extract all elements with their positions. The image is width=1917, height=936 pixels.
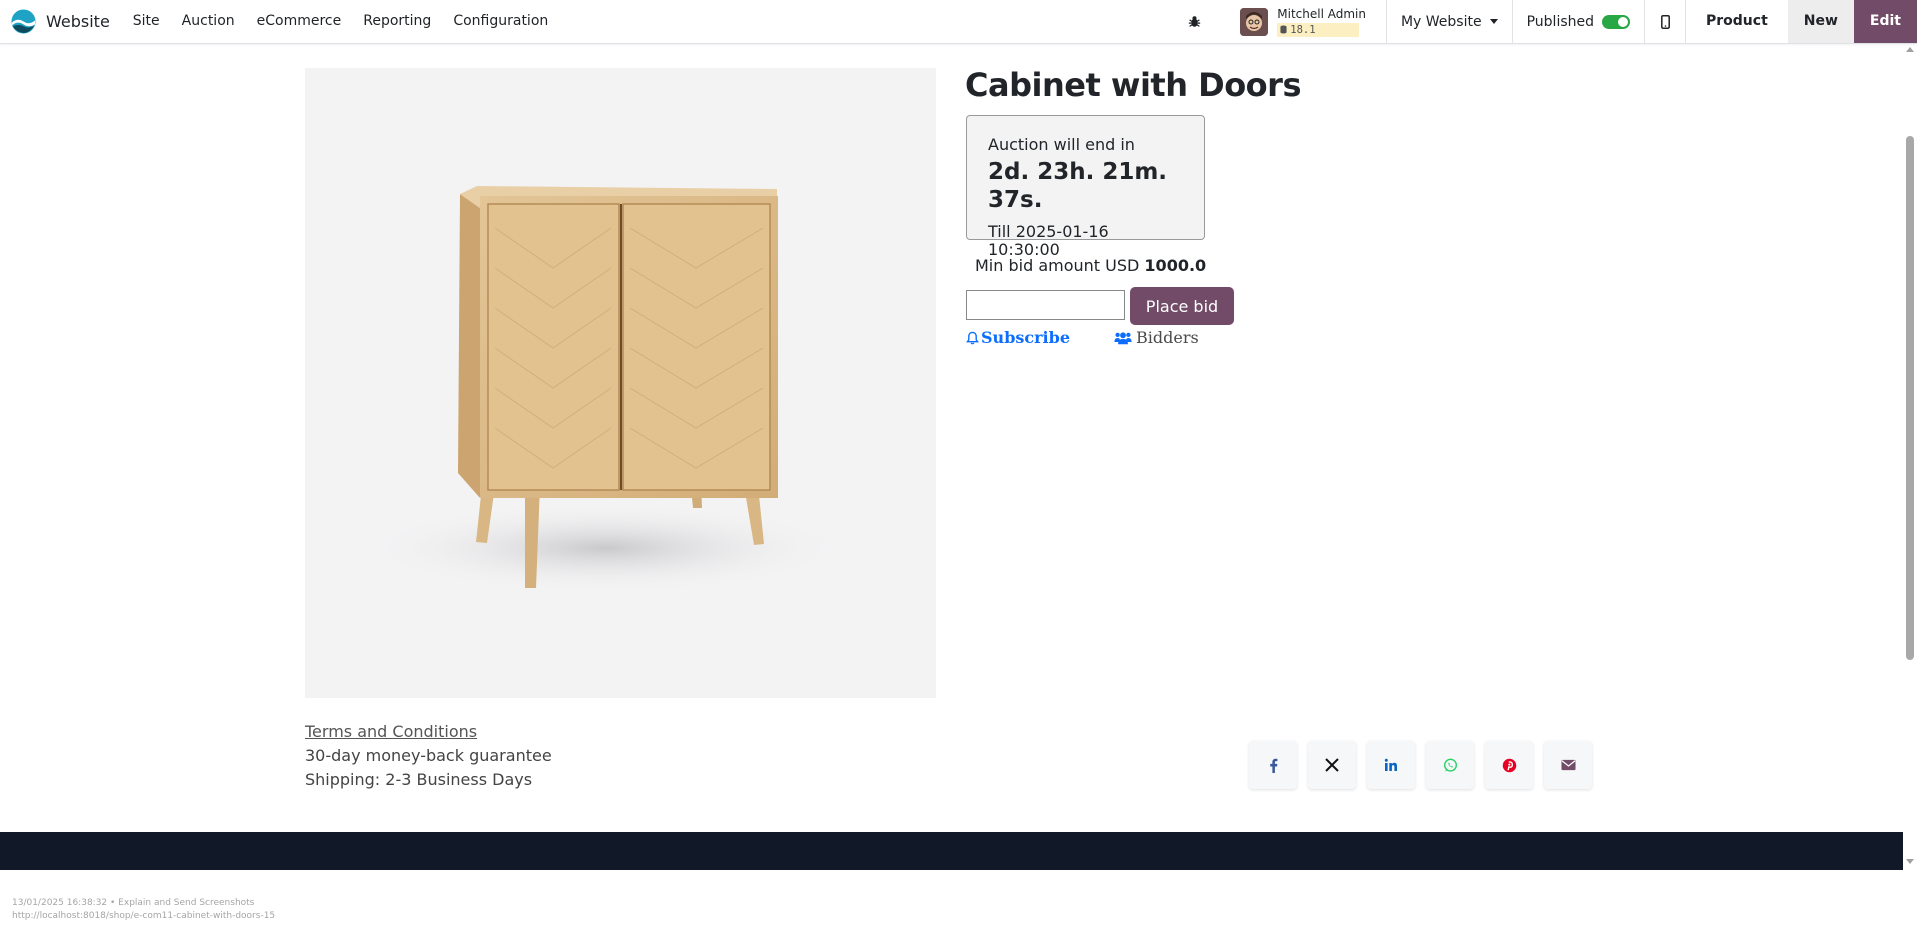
- website-app-icon: [11, 9, 36, 34]
- mobile-phone-icon: [1660, 14, 1670, 29]
- share-email-button[interactable]: [1544, 741, 1592, 789]
- debug-button[interactable]: [1176, 15, 1212, 28]
- share-facebook-button[interactable]: [1249, 741, 1297, 789]
- toggle-switch[interactable]: [1602, 14, 1630, 29]
- pinterest-icon: [1502, 758, 1516, 772]
- auction-countdown-box: Auction will end in 2d. 23h. 21m. 37s. T…: [966, 115, 1205, 259]
- published-label: Published: [1526, 13, 1594, 30]
- user-avatar: [1240, 7, 1269, 36]
- share-buttons: [1249, 741, 1592, 789]
- user-info: Mitchell Admin 18.1: [1277, 7, 1366, 37]
- linkedin-icon: [1384, 758, 1397, 771]
- user-name: Mitchell Admin: [1277, 6, 1366, 21]
- auction-end-label: Auction will end in: [988, 135, 1135, 154]
- menu-auction[interactable]: Auction: [171, 0, 246, 43]
- whatsapp-icon: [1443, 758, 1457, 772]
- scrollbar-thumb[interactable]: [1906, 136, 1914, 660]
- site-footer: [0, 832, 1903, 870]
- bug-icon: [1188, 16, 1200, 27]
- min-bid-value: 1000.0: [1144, 256, 1207, 275]
- status-bar: 13/01/2025 16:38:32 • Explain and Send S…: [12, 897, 275, 923]
- menu-ecommerce[interactable]: eCommerce: [246, 0, 353, 43]
- guarantee-text: 30-day money-back guarantee: [305, 746, 552, 765]
- bell-icon: [966, 331, 979, 344]
- db-badge: 18.1: [1277, 22, 1360, 37]
- status-url: http://localhost:8018/shop/e-com11-cabin…: [12, 911, 276, 921]
- place-bid-button[interactable]: Place bid: [1130, 287, 1234, 325]
- navbar-right: Mitchell Admin 18.1 My Website Published…: [1176, 0, 1917, 43]
- subscribe-label: Subscribe: [981, 328, 1070, 347]
- avatar-face-icon: [1240, 7, 1269, 36]
- terms-link[interactable]: Terms and Conditions: [305, 722, 477, 741]
- new-button[interactable]: New: [1787, 0, 1854, 43]
- caret-down-icon: [1489, 19, 1498, 24]
- min-bid-label: Min bid amount USD: [975, 256, 1140, 275]
- share-pinterest-button[interactable]: [1485, 741, 1533, 789]
- db-version: 18.1: [1290, 23, 1316, 36]
- website-selector-label: My Website: [1400, 13, 1482, 30]
- scroll-up-arrow-icon[interactable]: [1906, 47, 1914, 52]
- page-scrollbar[interactable]: [1903, 43, 1917, 870]
- subscribe-link[interactable]: Subscribe: [966, 328, 1070, 347]
- scroll-down-arrow-icon[interactable]: [1906, 859, 1914, 864]
- main-menu: Site Auction eCommerce Reporting Configu…: [122, 0, 559, 43]
- bidders-label: Bidders: [1136, 328, 1199, 347]
- app-brand[interactable]: Website: [11, 0, 110, 43]
- facebook-icon: [1269, 758, 1277, 773]
- x-twitter-icon: [1325, 758, 1339, 772]
- cabinet-image: [365, 186, 845, 593]
- status-timestamp: 13/01/2025 16:38:32 • Explain and Send S…: [12, 898, 255, 908]
- website-selector[interactable]: My Website: [1387, 0, 1513, 43]
- user-menu[interactable]: Mitchell Admin 18.1: [1240, 0, 1387, 43]
- published-toggle[interactable]: Published: [1513, 0, 1645, 43]
- auction-end-date: Till 2025-01-16 10:30:00: [988, 222, 1109, 259]
- users-icon: [1114, 331, 1132, 344]
- share-linkedin-button[interactable]: [1367, 741, 1415, 789]
- product-image[interactable]: [305, 68, 936, 698]
- toggle-knob: [1618, 16, 1628, 27]
- shipping-text: Shipping: 2-3 Business Days: [305, 770, 533, 789]
- edit-button[interactable]: Edit: [1853, 0, 1917, 43]
- menu-site[interactable]: Site: [122, 0, 171, 43]
- bidders-link[interactable]: Bidders: [1114, 328, 1199, 347]
- top-navbar: Website Site Auction eCommerce Reporting…: [0, 0, 1917, 44]
- menu-configuration[interactable]: Configuration: [442, 0, 559, 43]
- envelope-icon: [1560, 759, 1576, 771]
- share-whatsapp-button[interactable]: [1426, 741, 1474, 789]
- min-bid-amount: Min bid amount USD 1000.0: [975, 256, 1206, 275]
- product-title: Cabinet with Doors: [965, 66, 1301, 104]
- auction-countdown: 2d. 23h. 21m. 37s.: [988, 159, 1168, 213]
- bid-amount-input[interactable]: [966, 290, 1125, 320]
- menu-reporting[interactable]: Reporting: [352, 0, 442, 43]
- mobile-preview-button[interactable]: [1645, 0, 1686, 43]
- product-button[interactable]: Product: [1686, 0, 1788, 43]
- database-icon: [1280, 25, 1287, 34]
- share-x-button[interactable]: [1308, 741, 1356, 789]
- app-name: Website: [46, 12, 110, 31]
